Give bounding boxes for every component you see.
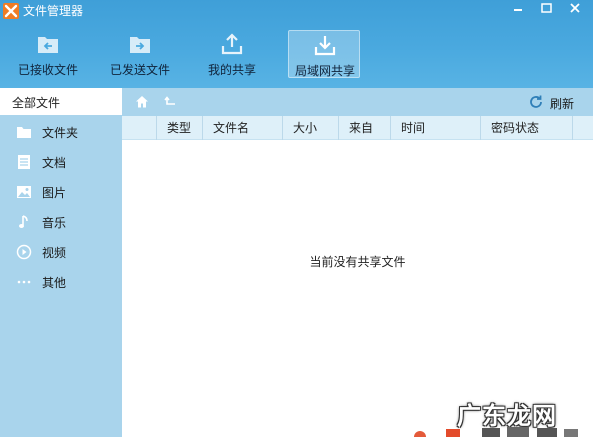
sidebar-item-folders[interactable]: 文件夹: [0, 118, 122, 146]
folder-icon: [16, 124, 32, 140]
sidebar-item-music[interactable]: 音乐: [0, 208, 122, 236]
toolbar-label: 局域网共享: [294, 64, 355, 78]
sidebar-item-all-files[interactable]: 全部文件: [0, 88, 122, 115]
sidebar-item-documents[interactable]: 文档: [0, 148, 122, 176]
toolbar-lan-share-button[interactable]: 局域网共享: [288, 30, 360, 78]
refresh-icon: [530, 95, 542, 108]
toolbar-received-files-button[interactable]: 已接收文件: [12, 30, 84, 78]
column-header-type[interactable]: 类型: [156, 116, 202, 140]
sidebar-item-label: 图片: [42, 186, 67, 200]
column-label: 文件名: [213, 121, 250, 135]
home-icon[interactable]: [134, 94, 150, 110]
column-header-from[interactable]: 来自: [338, 116, 390, 140]
my-share-icon: [220, 32, 244, 56]
sidebar-item-label: 全部文件: [12, 96, 61, 110]
column-header-filename[interactable]: 文件名: [202, 116, 282, 140]
toolbar-label: 已接收文件: [17, 63, 78, 77]
sidebar-item-videos[interactable]: 视频: [0, 238, 122, 266]
column-label: 密码状态: [491, 121, 540, 135]
watermark-graphic: [412, 426, 582, 437]
sidebar: 全部文件 文件夹 文档 图片 音乐 视频 其他: [0, 88, 122, 437]
header: 文件管理器 已接收文件 已发送文件 我的共享 局域网共享: [0, 0, 593, 88]
maximize-button[interactable]: [533, 0, 559, 18]
more-icon: [16, 274, 32, 290]
app-logo-icon: [3, 3, 19, 19]
table-header: 类型 文件名 大小 来自 时间 密码状态: [122, 116, 593, 140]
column-header-size[interactable]: 大小: [282, 116, 338, 140]
document-icon: [16, 154, 32, 170]
video-icon: [16, 244, 32, 260]
music-icon: [16, 214, 32, 230]
window-title: 文件管理器: [23, 4, 84, 18]
received-files-icon: [36, 32, 60, 56]
back-up-icon[interactable]: [162, 94, 178, 110]
close-button[interactable]: [562, 0, 588, 18]
column-label: 来自: [349, 121, 374, 135]
toolbar-label: 已发送文件: [109, 63, 170, 77]
column-label: 类型: [167, 121, 192, 135]
image-icon: [16, 184, 32, 200]
sidebar-item-label: 音乐: [42, 216, 67, 230]
sidebar-item-images[interactable]: 图片: [0, 178, 122, 206]
refresh-label: 刷新: [550, 97, 575, 111]
toolbar-label: 我的共享: [207, 63, 256, 77]
lan-share-icon: [313, 33, 337, 57]
toolbar-sent-files-button[interactable]: 已发送文件: [104, 30, 176, 78]
sidebar-item-label: 视频: [42, 246, 67, 260]
sidebar-item-label: 其他: [42, 276, 67, 290]
nav-bar: 刷新: [122, 88, 593, 116]
column-label: 大小: [293, 121, 318, 135]
column-header-spacer: [572, 116, 593, 140]
sidebar-item-label: 文档: [42, 156, 67, 170]
column-label: 时间: [401, 121, 426, 135]
refresh-button[interactable]: 刷新: [526, 93, 586, 111]
column-header-password-status[interactable]: 密码状态: [480, 116, 572, 140]
sent-files-icon: [128, 32, 152, 56]
empty-state-message: 当前没有共享文件: [309, 255, 406, 269]
toolbar-my-share-button[interactable]: 我的共享: [196, 30, 268, 78]
title-bar[interactable]: 文件管理器: [0, 0, 593, 22]
column-header-time[interactable]: 时间: [390, 116, 480, 140]
minimize-button[interactable]: [505, 0, 531, 18]
sidebar-item-label: 文件夹: [42, 126, 79, 140]
file-list-panel: 刷新 类型 文件名 大小 来自 时间 密码状态 当前没有共享文件: [122, 88, 593, 437]
sidebar-item-other[interactable]: 其他: [0, 268, 122, 296]
